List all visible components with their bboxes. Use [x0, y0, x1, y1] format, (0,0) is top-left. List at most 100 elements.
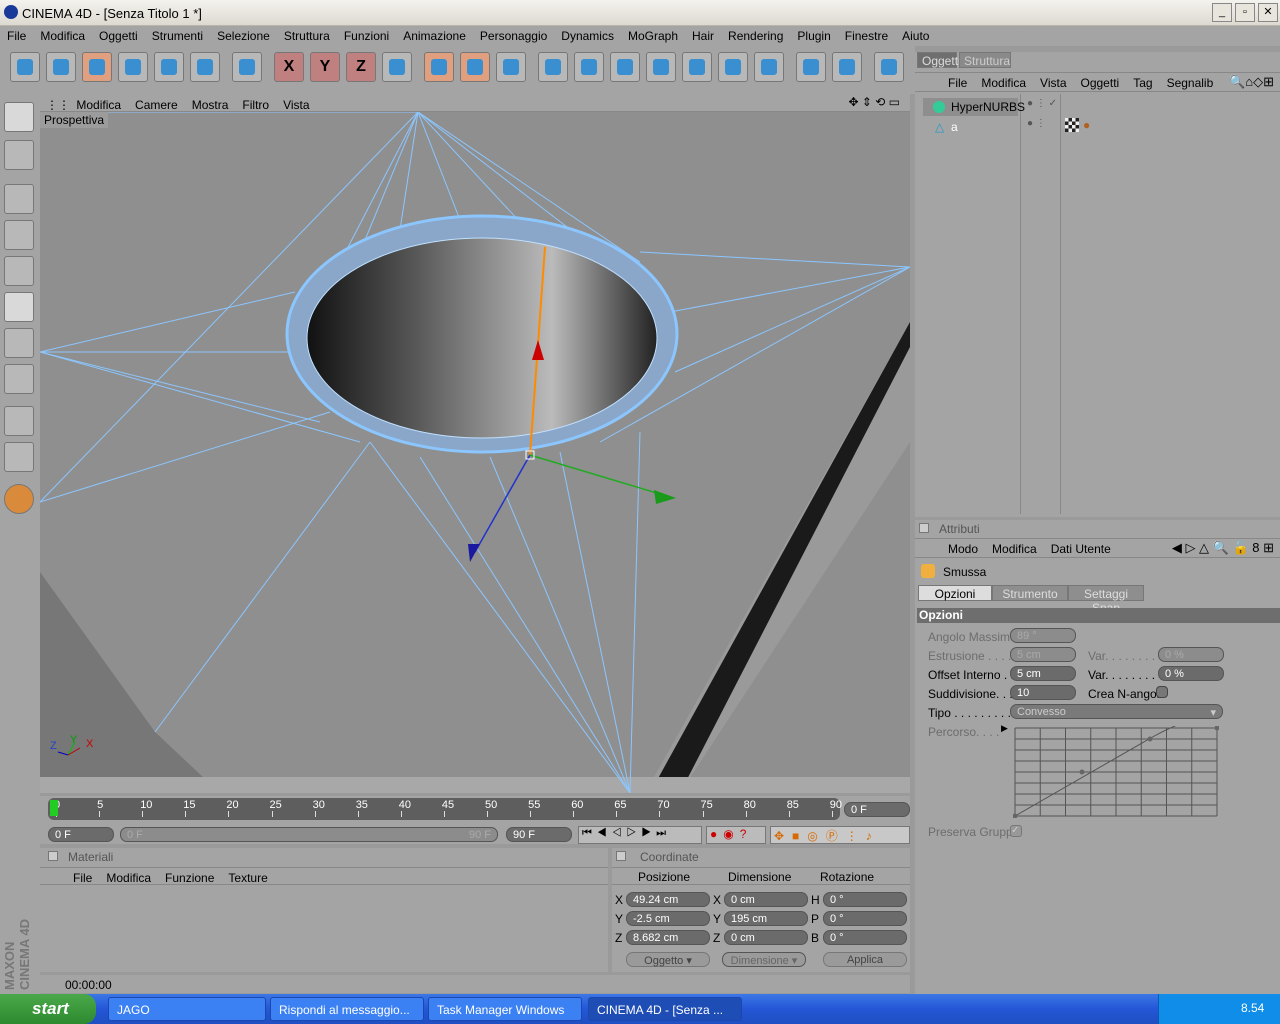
var2-field[interactable]: 0 %: [1158, 666, 1224, 681]
particles-button[interactable]: [754, 52, 784, 82]
scene-button[interactable]: [718, 52, 748, 82]
preserve-groups-checkbox[interactable]: ✓: [1010, 825, 1022, 837]
rotation-h-field[interactable]: 0 °: [823, 892, 907, 907]
start-frame-field[interactable]: 0 F: [48, 827, 114, 842]
ngon-checkbox[interactable]: [1156, 686, 1168, 698]
object-mode-button[interactable]: [232, 52, 262, 82]
y-axis-button[interactable]: Y: [310, 52, 340, 82]
tab-settaggi-snap[interactable]: Settaggi Snap: [1068, 585, 1144, 615]
range-slider[interactable]: 0 F 90 F: [120, 827, 498, 842]
object-axis-icon[interactable]: [4, 220, 34, 250]
render-settings-button[interactable]: [496, 52, 526, 82]
select-button[interactable]: [82, 52, 112, 82]
menu-vista[interactable]: Vista: [276, 95, 316, 112]
offset-field[interactable]: 5 cm: [1010, 666, 1076, 681]
size-z-field[interactable]: 0 cm: [724, 930, 808, 945]
position-z-field[interactable]: 8.682 cm: [626, 930, 710, 945]
menu-selezione[interactable]: Selezione: [210, 26, 277, 43]
menu-segnalib[interactable]: Segnalib: [1160, 73, 1221, 90]
apply-button[interactable]: Applica: [823, 952, 907, 967]
rotation-b-field[interactable]: 0 °: [823, 930, 907, 945]
task-browser[interactable]: Rispondi al messaggio...: [270, 997, 424, 1021]
menu-plugin[interactable]: Plugin: [790, 26, 837, 43]
tab-struttura[interactable]: Struttura: [959, 52, 1011, 68]
object-row-a[interactable]: △ a: [923, 118, 1018, 136]
var1-field[interactable]: 0 %: [1158, 647, 1224, 662]
type-dropdown[interactable]: Convesso ▾: [1010, 704, 1223, 719]
size-y-field[interactable]: 195 cm: [724, 911, 808, 926]
deformer-button[interactable]: [682, 52, 712, 82]
texture-tag-icon[interactable]: [1065, 118, 1079, 132]
move-button[interactable]: [118, 52, 148, 82]
array-button[interactable]: [646, 52, 676, 82]
z-axis-button[interactable]: Z: [346, 52, 376, 82]
current-frame-field[interactable]: 0 F: [844, 802, 910, 817]
render-picture-viewer-button[interactable]: [460, 52, 490, 82]
extrusion-field[interactable]: 5 cm: [1010, 647, 1076, 662]
coordinate-mode-dropdown[interactable]: Oggetto ▾: [626, 952, 710, 967]
nurbs-button[interactable]: [610, 52, 640, 82]
viewport-perspective[interactable]: Prospettiva Z Y X: [40, 112, 910, 793]
key-type-buttons[interactable]: ✥■◎Ⓟ⋮♪: [770, 826, 910, 844]
help-button[interactable]: [796, 52, 826, 82]
texture-axis-icon[interactable]: [4, 442, 34, 472]
x-axis-button[interactable]: X: [274, 52, 304, 82]
object-row-hypernurbs[interactable]: HyperNURBS: [923, 98, 1025, 116]
menu-modo[interactable]: Modo: [941, 539, 985, 556]
record-keys-buttons[interactable]: ●◉?: [706, 826, 766, 844]
points-mode-icon[interactable]: [4, 256, 34, 286]
task-jago[interactable]: JAGO: [108, 997, 266, 1021]
menu-rendering[interactable]: Rendering: [721, 26, 790, 43]
menu-struttura[interactable]: Struttura: [277, 26, 337, 43]
angle-field[interactable]: 89 °: [1010, 628, 1076, 643]
menu-modifica[interactable]: Modifica: [985, 539, 1044, 556]
menu-oggetti[interactable]: Oggetti: [92, 26, 145, 43]
end-frame-field[interactable]: 90 F: [506, 827, 572, 842]
tab-oggetti[interactable]: Oggetti: [917, 52, 961, 68]
attributes-nav-icons[interactable]: ◀ ▷ △ 🔍 🔓 8 ⊞: [1172, 540, 1274, 556]
viewport-nav-icons[interactable]: ✥ ⇕ ⟲ ▭: [842, 94, 906, 110]
menu-modifica[interactable]: Modifica: [99, 868, 158, 885]
cube-button[interactable]: [538, 52, 568, 82]
menu-dati-utente[interactable]: Dati Utente: [1044, 539, 1118, 556]
scale-button[interactable]: [154, 52, 184, 82]
render-region-button[interactable]: [832, 52, 862, 82]
subdivision-field[interactable]: 10: [1010, 685, 1076, 700]
polygons-mode-icon[interactable]: [4, 328, 34, 358]
menu-animazione[interactable]: Animazione: [396, 26, 473, 43]
size-mode-dropdown[interactable]: Dimensione ▾: [722, 952, 806, 967]
visibility-dots[interactable]: ● ⋮: [1027, 118, 1046, 129]
menu-modifica[interactable]: Modifica: [33, 26, 92, 43]
tab-strumento[interactable]: Strumento: [992, 585, 1068, 601]
menu-file[interactable]: File: [941, 73, 974, 90]
start-button[interactable]: start: [0, 994, 96, 1024]
render-view-button[interactable]: [424, 52, 454, 82]
maximize-button[interactable]: ▫: [1235, 3, 1255, 22]
web-button[interactable]: [874, 52, 904, 82]
menu-filtro[interactable]: Filtro: [235, 95, 276, 112]
menu-oggetti[interactable]: Oggetti: [1074, 73, 1127, 90]
task-task-manager[interactable]: Task Manager Windows: [428, 997, 582, 1021]
animation-icon[interactable]: [4, 484, 34, 514]
playhead[interactable]: [50, 800, 58, 816]
timeline-ruler[interactable]: 051015202530354045505560657075808590: [48, 798, 842, 820]
rotate-button[interactable]: [190, 52, 220, 82]
object-manager-icons[interactable]: 🔍⌂◇⊞: [1229, 74, 1274, 90]
playback-controls[interactable]: ⏮◀◁▷▶⏭: [578, 826, 702, 844]
size-x-field[interactable]: 0 cm: [724, 892, 808, 907]
menu-hair[interactable]: Hair: [685, 26, 721, 43]
rotation-p-field[interactable]: 0 °: [823, 911, 907, 926]
menu-file[interactable]: File: [0, 26, 33, 43]
uv-mode-icon[interactable]: [4, 364, 34, 394]
material-tag-icon[interactable]: ●: [1083, 118, 1090, 132]
menu-dynamics[interactable]: Dynamics: [554, 26, 621, 43]
path-curve-graph[interactable]: [1013, 726, 1219, 818]
tab-opzioni[interactable]: Opzioni: [918, 585, 992, 601]
menu-modifica[interactable]: Modifica: [69, 95, 128, 112]
camera-icon[interactable]: [4, 140, 34, 170]
visibility-dots[interactable]: ● ⋮ ✓: [1027, 98, 1057, 109]
edges-mode-icon[interactable]: [4, 292, 34, 322]
menu-texture[interactable]: Texture: [221, 868, 274, 885]
model-mode-icon[interactable]: [4, 184, 34, 214]
menu-personaggio[interactable]: Personaggio: [473, 26, 554, 43]
